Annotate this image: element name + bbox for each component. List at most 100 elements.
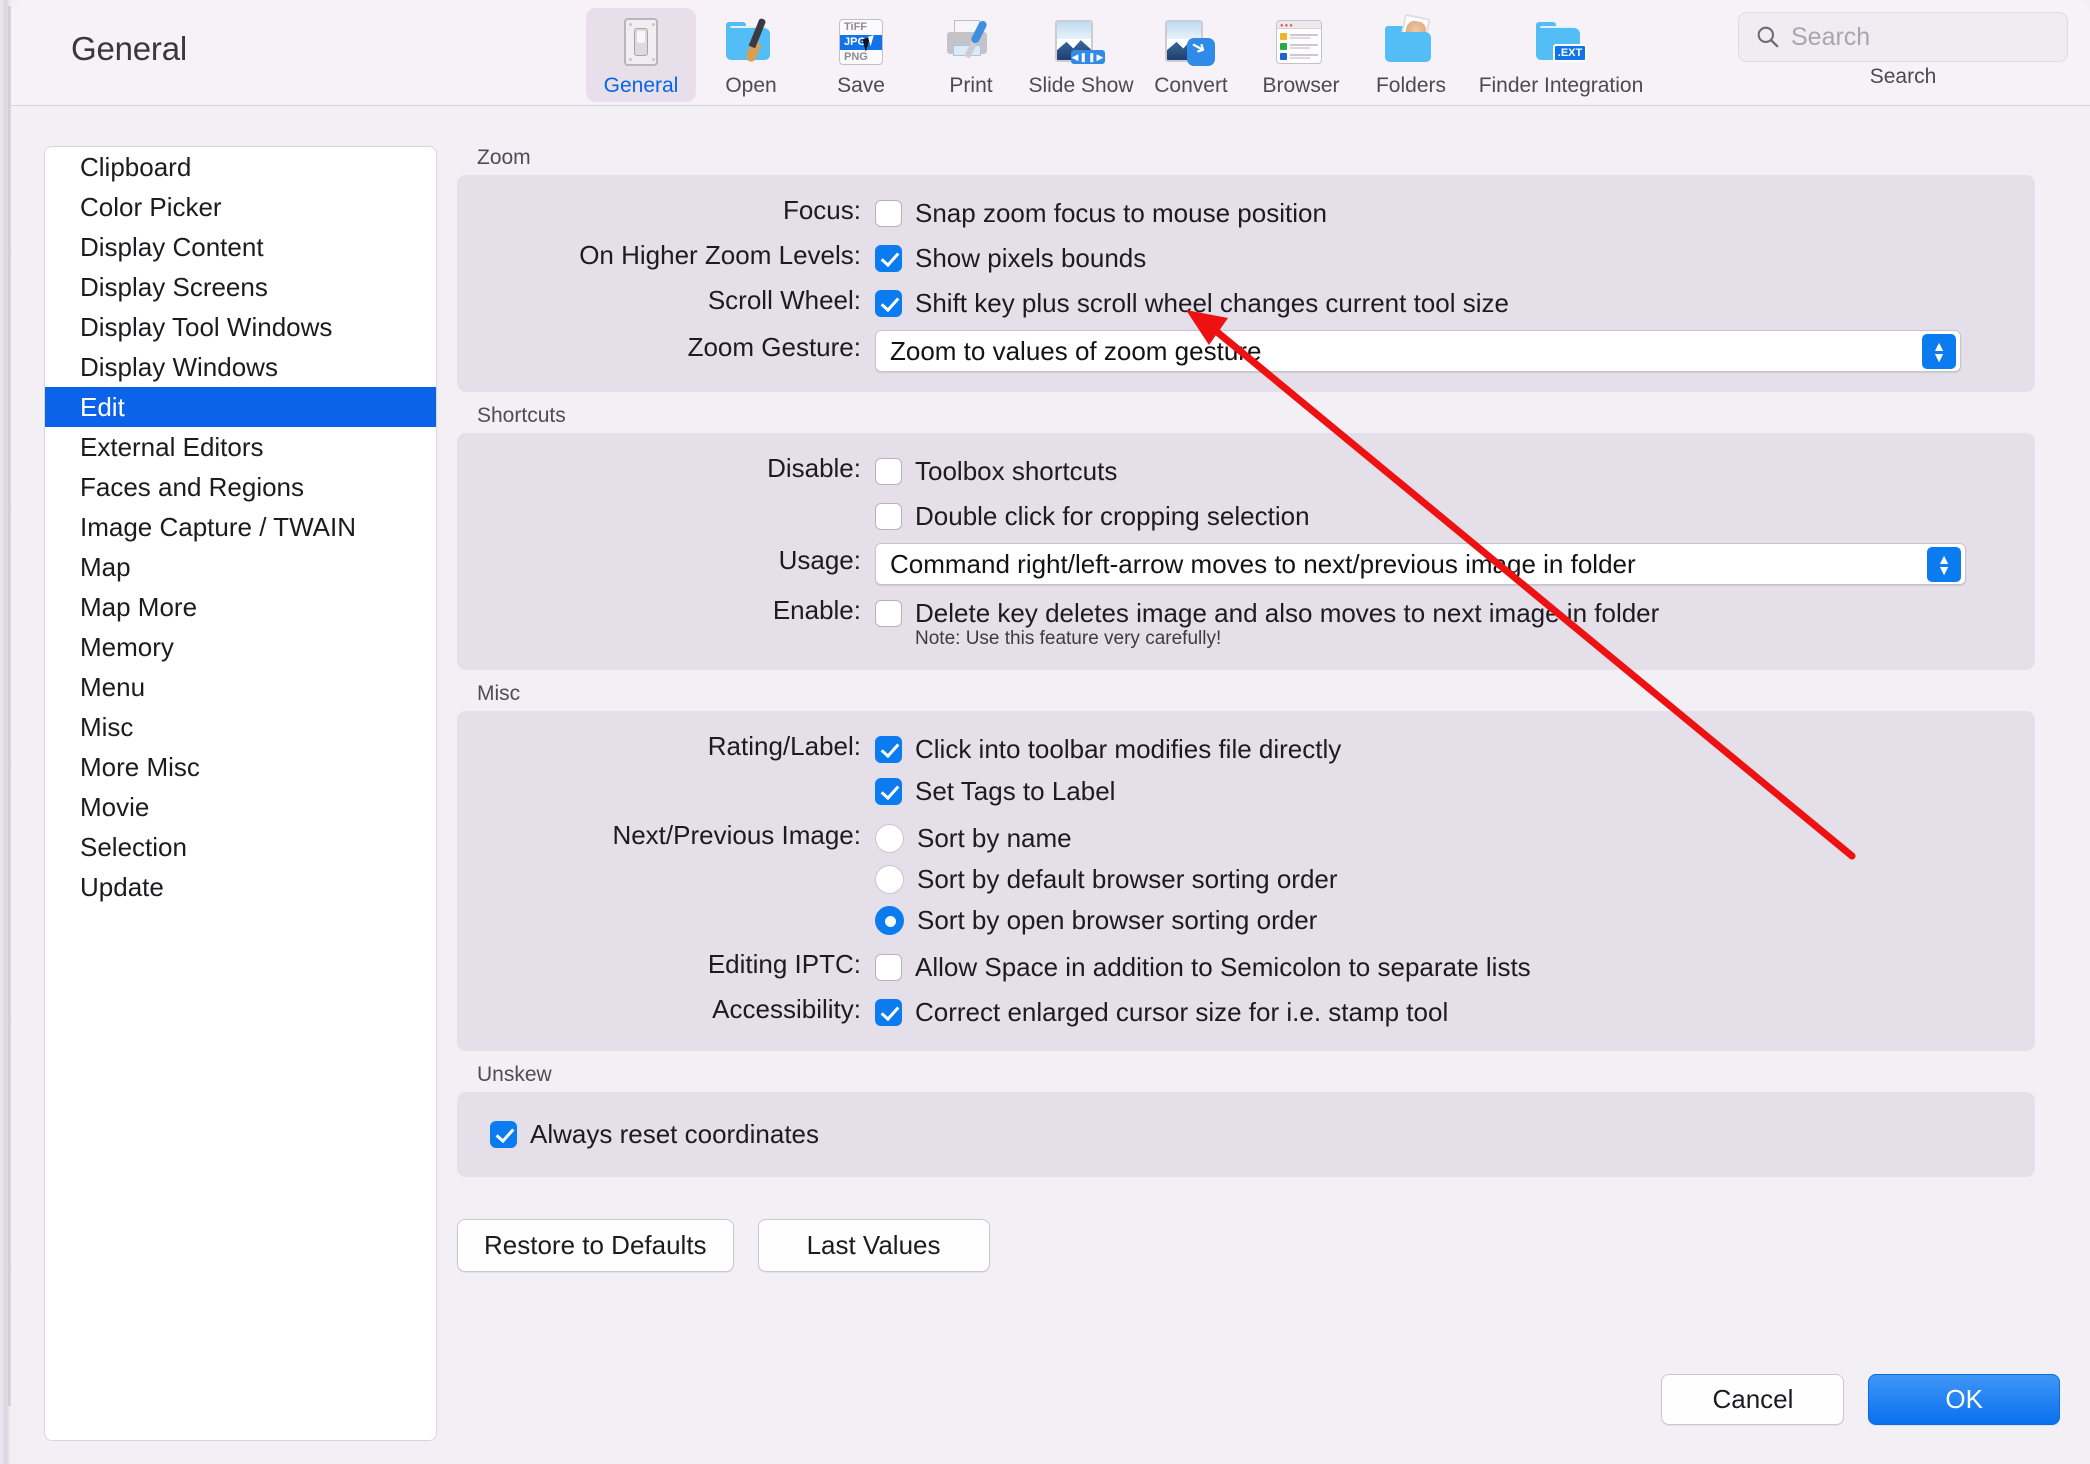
- editing-iptc-label: Editing IPTC:: [707, 949, 861, 979]
- show-pixels-bounds-checkbox[interactable]: [875, 245, 902, 272]
- toolbox-shortcuts-label: Toolbox shortcuts: [915, 456, 1118, 486]
- scroll-wheel-label: Scroll Wheel:: [707, 285, 861, 315]
- group-title-zoom: Zoom: [477, 146, 531, 169]
- row-focus: Focus: Snap zoom focus to mouse position: [457, 193, 2035, 232]
- sidebar-item-edit[interactable]: Edit: [45, 387, 436, 427]
- slide-show-icon: ◀❚❚▶: [1051, 14, 1111, 72]
- usage-value: Command right/left-arrow moves to next/p…: [890, 548, 1636, 579]
- zoom-gesture-select[interactable]: Zoom to values of zoom gesture ▲ ▼: [875, 330, 1961, 372]
- zoom-gesture-value: Zoom to values of zoom gesture: [890, 335, 1262, 366]
- correct-enlarged-cursor-checkbox[interactable]: [875, 999, 902, 1026]
- sidebar-item-movie[interactable]: Movie: [45, 787, 436, 827]
- group-title-misc: Misc: [477, 682, 521, 705]
- search-area: Search Search: [1738, 12, 2068, 89]
- toolbar-item-browser[interactable]: ●●● Browser: [1246, 8, 1356, 102]
- sort-by-name-label: Sort by name: [917, 823, 1072, 853]
- shift-scroll-tool-size-label: Shift key plus scroll wheel changes curr…: [915, 288, 1509, 318]
- row-higher-zoom-levels: On Higher Zoom Levels: Show pixels bound…: [457, 238, 2035, 277]
- snap-zoom-focus-checkbox[interactable]: [875, 200, 902, 227]
- row-disable: Disable: Toolbox shortcuts: [457, 451, 2035, 490]
- toolbar-item-convert[interactable]: Convert: [1136, 8, 1246, 102]
- toolbar-item-label: Slide Show: [1028, 74, 1134, 97]
- toolbar-item-slide-show[interactable]: ◀❚❚▶ Slide Show: [1026, 8, 1136, 102]
- toolbar-item-label: Print: [949, 74, 993, 97]
- open-folder-brush-icon: [721, 14, 781, 72]
- delete-key-deletes-image-label: Delete key deletes image and also moves …: [915, 598, 1660, 628]
- always-reset-coordinates-label: Always reset coordinates: [530, 1119, 820, 1149]
- toolbar-item-label: Open: [725, 74, 777, 97]
- toolbar-item-label: Finder Integration: [1478, 74, 1644, 97]
- toolbox-shortcuts-checkbox[interactable]: [875, 458, 902, 485]
- rating-label-label: Rating/Label:: [707, 731, 861, 761]
- toolbar-item-general[interactable]: General: [586, 8, 696, 102]
- show-pixels-bounds-label: Show pixels bounds: [915, 243, 1147, 273]
- sidebar-item-more-misc[interactable]: More Misc: [45, 747, 436, 787]
- click-toolbar-modifies-file-checkbox[interactable]: [875, 736, 902, 763]
- last-values-button[interactable]: Last Values: [757, 1219, 990, 1272]
- sidebar-item-update[interactable]: Update: [45, 867, 436, 907]
- sidebar-item-map-more[interactable]: Map More: [45, 587, 436, 627]
- higher-zoom-levels-label: On Higher Zoom Levels:: [579, 240, 861, 270]
- toolbar-item-folders[interactable]: Folders: [1356, 8, 1466, 102]
- row-usage: Usage: Command right/left-arrow moves to…: [457, 543, 2035, 585]
- click-toolbar-modifies-file-label: Click into toolbar modifies file directl…: [915, 734, 1342, 764]
- double-click-crop-checkbox[interactable]: [875, 503, 902, 530]
- sidebar-item-clipboard[interactable]: Clipboard: [45, 147, 436, 187]
- sidebar-item-display-windows[interactable]: Display Windows: [45, 347, 436, 387]
- sidebar-item-faces-and-regions[interactable]: Faces and Regions: [45, 467, 436, 507]
- allow-space-separator-checkbox[interactable]: [875, 954, 902, 981]
- content-area: Clipboard Color Picker Display Content D…: [11, 106, 2090, 1441]
- sidebar-item-display-screens[interactable]: Display Screens: [45, 267, 436, 307]
- sidebar-item-misc[interactable]: Misc: [45, 707, 436, 747]
- group-shortcuts: Disable: Toolbox shortcuts Double click …: [457, 433, 2035, 670]
- set-tags-to-label-label: Set Tags to Label: [915, 776, 1116, 806]
- double-click-crop-label: Double click for cropping selection: [915, 501, 1310, 531]
- toolbar-item-print[interactable]: Print: [916, 8, 1026, 102]
- sidebar-item-memory[interactable]: Memory: [45, 627, 436, 667]
- row-editing-iptc: Editing IPTC: Allow Space in addition to…: [457, 947, 2035, 986]
- correct-enlarged-cursor-label: Correct enlarged cursor size for i.e. st…: [915, 997, 1449, 1027]
- sidebar-item-display-content[interactable]: Display Content: [45, 227, 436, 267]
- sidebar-item-color-picker[interactable]: Color Picker: [45, 187, 436, 227]
- group-title-unskew: Unskew: [477, 1063, 552, 1086]
- row-rating-label: Rating/Label: Click into toolbar modifie…: [457, 729, 2035, 768]
- chevron-up-down-icon: ▲ ▼: [1922, 334, 1956, 369]
- sort-by-open-browser-order-radio[interactable]: [875, 906, 904, 935]
- search-input[interactable]: Search: [1738, 12, 2068, 62]
- sidebar-item-map[interactable]: Map: [45, 547, 436, 587]
- sidebar-item-image-capture-twain[interactable]: Image Capture / TWAIN: [45, 507, 436, 547]
- always-reset-coordinates-checkbox[interactable]: [490, 1121, 517, 1148]
- toolbar-item-label: Browser: [1262, 74, 1340, 97]
- sort-by-name-radio[interactable]: [875, 824, 904, 853]
- delete-key-deletes-image-checkbox[interactable]: [875, 600, 902, 627]
- sort-by-default-browser-order-radio[interactable]: [875, 865, 904, 894]
- ok-button[interactable]: OK: [1868, 1374, 2060, 1425]
- search-placeholder: Search: [1791, 22, 1871, 51]
- usage-label: Usage:: [778, 545, 861, 575]
- ext-badge-label: .EXT: [1553, 44, 1587, 62]
- cancel-button[interactable]: Cancel: [1661, 1374, 1845, 1425]
- toolbar-item-save[interactable]: TiFF JPG PNG Save: [806, 8, 916, 102]
- sidebar-item-display-tool-windows[interactable]: Display Tool Windows: [45, 307, 436, 347]
- sidebar-item-selection[interactable]: Selection: [45, 827, 436, 867]
- sidebar-item-external-editors[interactable]: External Editors: [45, 427, 436, 467]
- search-caption: Search: [1869, 65, 1937, 88]
- chevron-up-down-icon: ▲ ▼: [1927, 547, 1961, 582]
- restore-to-defaults-button[interactable]: Restore to Defaults: [457, 1219, 734, 1272]
- set-tags-to-label-checkbox[interactable]: [875, 778, 902, 805]
- row-zoom-gesture: Zoom Gesture: Zoom to values of zoom ges…: [457, 330, 2035, 372]
- row-scroll-wheel: Scroll Wheel: Shift key plus scroll whee…: [457, 283, 2035, 322]
- group-misc: Rating/Label: Click into toolbar modifie…: [457, 711, 2035, 1051]
- shift-scroll-tool-size-checkbox[interactable]: [875, 290, 902, 317]
- finder-integration-icon: .EXT: [1531, 14, 1591, 72]
- sidebar-item-menu[interactable]: Menu: [45, 667, 436, 707]
- toolbar-item-open[interactable]: Open: [696, 8, 806, 102]
- panel-buttons: Restore to Defaults Last Values: [457, 1219, 2035, 1272]
- toolbar-item-label: Convert: [1154, 74, 1228, 97]
- toolbar-item-label: Save: [837, 74, 885, 97]
- usage-select[interactable]: Command right/left-arrow moves to next/p…: [875, 543, 1966, 585]
- sort-by-open-browser-order-label: Sort by open browser sorting order: [917, 905, 1318, 935]
- settings-sidebar[interactable]: Clipboard Color Picker Display Content D…: [44, 146, 437, 1441]
- row-disable-2: Double click for cropping selection: [457, 496, 2035, 535]
- toolbar-item-finder-integration[interactable]: .EXT Finder Integration: [1466, 8, 1656, 102]
